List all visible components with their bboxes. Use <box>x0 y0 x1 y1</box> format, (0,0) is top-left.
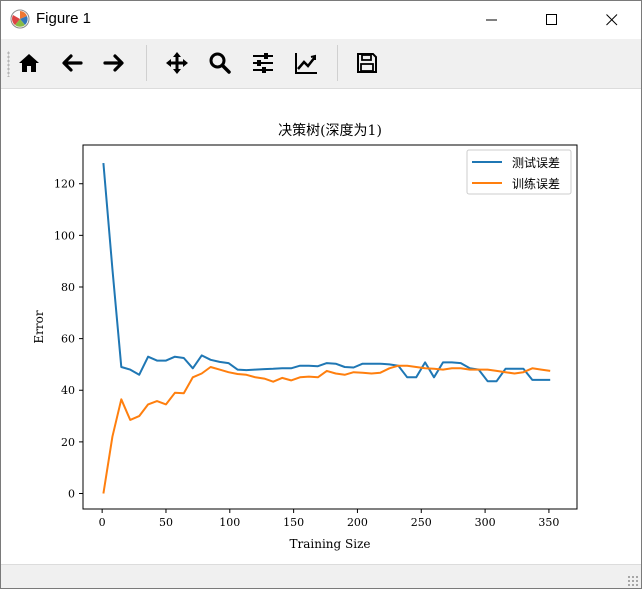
x-tick-label: 50 <box>159 516 173 529</box>
y-tick-label: 60 <box>61 333 75 346</box>
toolbar-separator <box>337 45 338 81</box>
close-icon <box>606 14 618 26</box>
save-button[interactable] <box>351 47 383 79</box>
x-tick-label: 300 <box>475 516 496 529</box>
resize-grip-icon[interactable] <box>627 575 639 587</box>
floppy-icon <box>357 53 377 73</box>
x-tick-label: 200 <box>347 516 368 529</box>
edit-axes-button[interactable] <box>290 47 322 79</box>
pan-button[interactable] <box>161 47 193 79</box>
ticks-layer: 0 50 100 150 200 250 300 350 0 20 40 60 80 100 120 <box>54 178 559 529</box>
x-tick-label: 250 <box>411 516 432 529</box>
move-icon <box>166 52 188 74</box>
minimize-icon <box>486 19 497 21</box>
y-tick-label: 80 <box>61 281 75 294</box>
toolbar-grip[interactable] <box>7 51 10 77</box>
series-line-1 <box>102 364 551 494</box>
x-axis-label: Training Size <box>289 537 370 551</box>
forward-button[interactable] <box>98 47 130 79</box>
y-tick-label: 120 <box>54 178 75 191</box>
matplotlib-logo-icon <box>10 9 30 29</box>
toolbar-separator <box>146 45 147 81</box>
minimize-button[interactable] <box>469 1 515 39</box>
y-axis-label: Error <box>32 310 46 343</box>
y-tick-label: 0 <box>68 488 75 501</box>
zoom-button[interactable] <box>204 47 236 79</box>
figure-window: Figure 1 0 50 100 150 200 250 300 350 0 … <box>0 0 642 589</box>
chart-title: 决策树(深度为1) <box>278 122 382 139</box>
legend: 测试误差 训练误差 <box>466 149 572 195</box>
sliders-icon <box>253 53 273 73</box>
window-title: Figure 1 <box>36 10 92 27</box>
line-chart-icon <box>295 53 317 74</box>
back-button[interactable] <box>56 47 88 79</box>
close-button[interactable] <box>589 1 635 39</box>
status-bar <box>1 564 641 588</box>
y-tick-label: 40 <box>61 384 75 397</box>
series-line-0 <box>102 163 551 383</box>
x-tick-label: 100 <box>219 516 240 529</box>
plot-layer <box>102 163 551 494</box>
arrow-left-icon <box>62 54 83 72</box>
arrow-right-icon <box>103 54 124 72</box>
y-tick-label: 100 <box>54 229 75 242</box>
x-tick-label: 150 <box>283 516 304 529</box>
home-button[interactable] <box>13 47 45 79</box>
legend-label-train-error: 训练误差 <box>512 176 560 191</box>
maximize-icon <box>546 14 557 25</box>
subplots-button[interactable] <box>247 47 279 79</box>
maximize-button[interactable] <box>529 1 575 39</box>
chart: 0 50 100 150 200 250 300 350 0 20 40 60 80 100 120 决策树… <box>32 122 578 551</box>
home-icon <box>19 54 39 72</box>
x-tick-label: 0 <box>99 516 106 529</box>
legend-label-test-error: 测试误差 <box>512 155 560 170</box>
magnifier-icon <box>209 52 231 74</box>
axes-frame <box>82 144 578 510</box>
title-bar[interactable]: Figure 1 <box>1 1 641 39</box>
navigation-toolbar <box>1 39 641 89</box>
x-tick-label: 350 <box>538 516 559 529</box>
y-tick-label: 20 <box>61 436 75 449</box>
figure-canvas[interactable]: 0 50 100 150 200 250 300 350 0 20 40 60 80 100 120 决策树… <box>1 89 641 562</box>
